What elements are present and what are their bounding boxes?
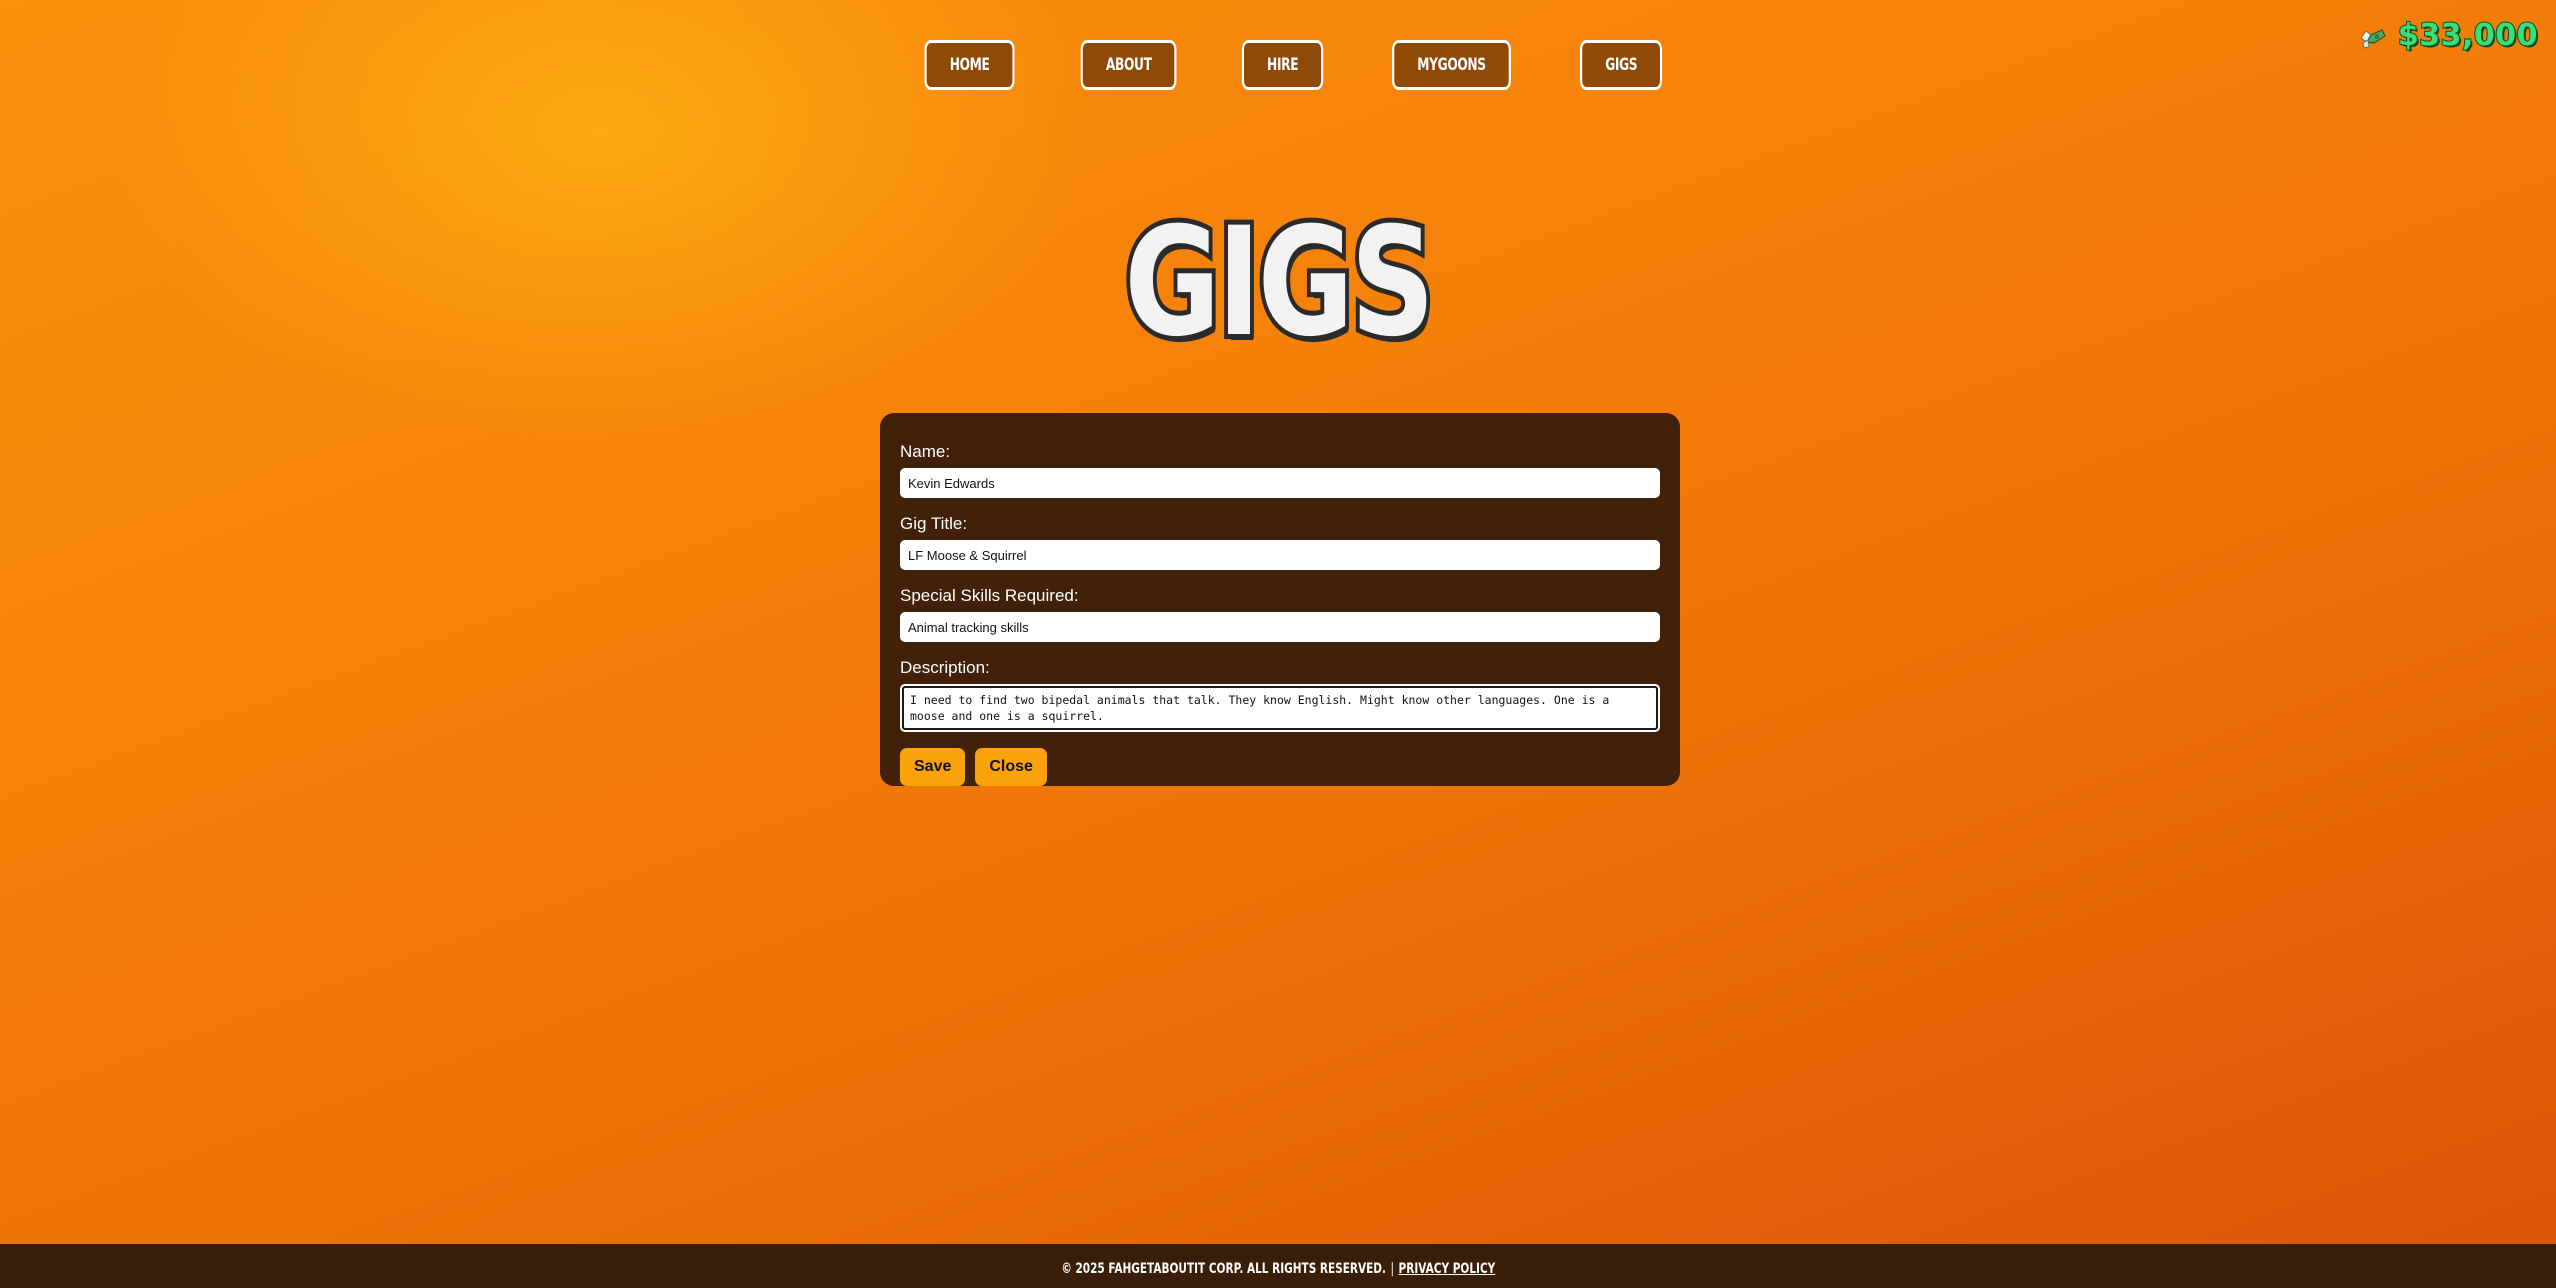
gig-title-label: Gig Title: [900,514,968,533]
balance-amount: $33,000 [2397,17,2539,54]
gig-form: Name: Gig Title: Special Skills Required… [880,413,1680,786]
save-button[interactable]: Save [900,748,966,786]
name-field[interactable] [900,468,1660,498]
footer-separator: | [1390,1261,1394,1277]
skills-field[interactable] [900,612,1660,642]
wallet-balance: $33,000 [2358,17,2539,54]
privacy-policy-link[interactable]: PRIVACY POLICY [1398,1261,1495,1277]
nav-about-button[interactable]: ABOUT [1081,40,1178,90]
skills-label: Special Skills Required: [900,586,1079,605]
nav-gigs-label: GIGS [1605,55,1638,75]
page-title: GIGS [0,196,2556,370]
nav-mygoons-label: MYGOONS [1417,55,1487,75]
money-with-wings-icon [2358,21,2388,51]
footer-content: © 2025 FAHGETABOUTIT CORP. ALL RIGHTS RE… [1061,1261,1495,1277]
nav-hire-label: HIRE [1266,55,1299,75]
form-actions: Save Close [900,748,1660,786]
nav-home-button[interactable]: HOME [924,40,1015,90]
copyright-text: © 2025 FAHGETABOUTIT CORP. ALL RIGHTS RE… [1061,1261,1386,1277]
name-label: Name: [900,442,951,461]
nav-home-label: HOME [949,55,990,75]
nav-gigs-button[interactable]: GIGS [1580,40,1663,90]
page-footer: © 2025 FAHGETABOUTIT CORP. ALL RIGHTS RE… [0,1244,2556,1288]
close-button[interactable]: Close [975,748,1047,786]
page-title-text: GIGS [1120,196,1438,370]
gig-title-field[interactable] [900,540,1660,570]
nav-hire-button[interactable]: HIRE [1241,40,1324,90]
main-nav: HOME ABOUT HIRE MYGOONS GIGS [0,40,2556,90]
description-label: Description: [900,658,990,677]
description-field[interactable]: I need to find two bipedal animals that … [900,684,1660,732]
nav-mygoons-button[interactable]: MYGOONS [1392,40,1512,90]
nav-about-label: ABOUT [1106,55,1153,75]
